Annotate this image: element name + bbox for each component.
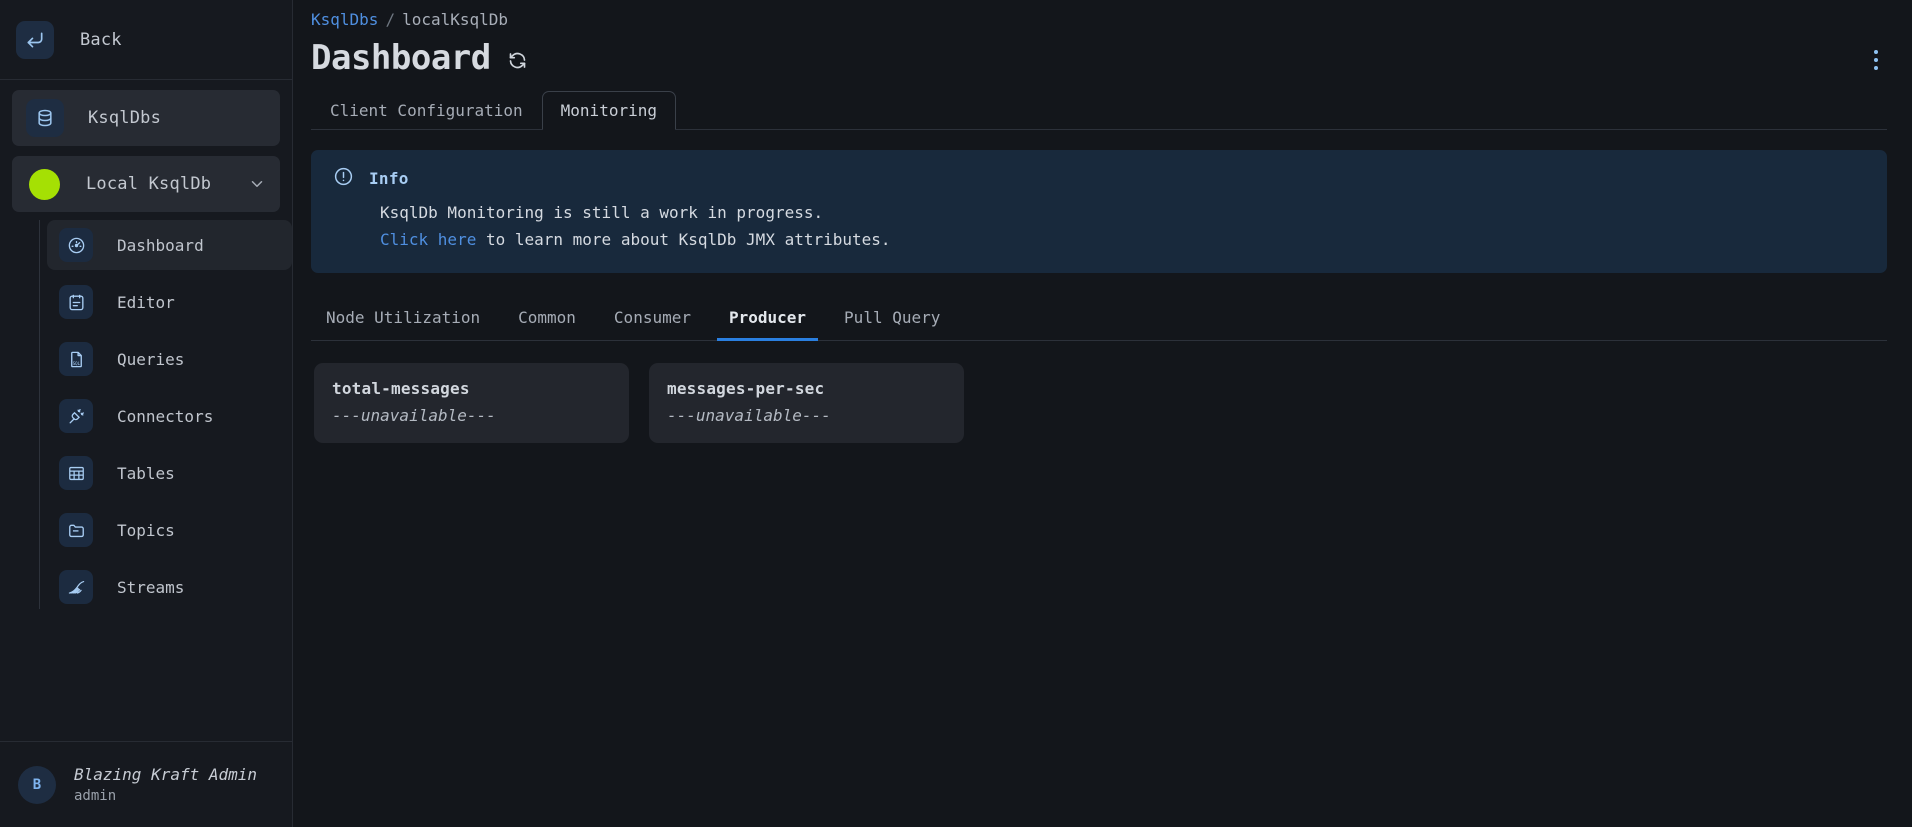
status-dot-icon bbox=[29, 168, 60, 200]
subtab-consumer[interactable]: Consumer bbox=[602, 308, 703, 341]
main-inner: KsqlDbs / localKsqlDb Dashboard Client C… bbox=[293, 0, 1912, 444]
breadcrumb-current: localKsqlDb bbox=[402, 10, 509, 29]
sidebar-item-topics-label: Topics bbox=[117, 520, 175, 540]
tab-monitoring[interactable]: Monitoring bbox=[541, 91, 676, 130]
cluster-label: Local KsqlDb bbox=[86, 174, 212, 194]
sidebar-item-dashboard-label: Dashboard bbox=[117, 235, 204, 255]
stream-icon bbox=[59, 570, 93, 604]
page-title: Dashboard bbox=[311, 38, 491, 78]
kebab-dot bbox=[1874, 66, 1878, 70]
subtab-pull-query[interactable]: Pull Query bbox=[832, 308, 952, 341]
chevron-down-icon[interactable] bbox=[248, 175, 266, 193]
user-profile[interactable]: B Blazing Kraft Admin admin bbox=[0, 741, 292, 827]
info-banner-body: KsqlDb Monitoring is still a work in pro… bbox=[333, 200, 1865, 253]
sidebar: Back KsqlDbs Local KsqlDb Dashboard Edit… bbox=[0, 0, 293, 827]
info-banner-header: Info bbox=[333, 166, 1865, 191]
cluster-selector[interactable]: Local KsqlDb bbox=[12, 156, 280, 212]
metric-card-title: total-messages bbox=[332, 379, 470, 399]
breadcrumb: KsqlDbs / localKsqlDb bbox=[311, 0, 1887, 29]
main-content: KsqlDbs / localKsqlDb Dashboard Client C… bbox=[293, 0, 1912, 827]
info-banner: Info KsqlDb Monitoring is still a work i… bbox=[311, 150, 1887, 274]
user-role: admin bbox=[74, 787, 117, 804]
tab-monitoring-label: Monitoring bbox=[560, 101, 657, 120]
subtab-producer-label: Producer bbox=[728, 308, 807, 328]
avatar: B bbox=[18, 765, 56, 804]
metric-card[interactable]: total-messages ---unavailable--- bbox=[314, 363, 629, 444]
subtab-node-utilization[interactable]: Node Utilization bbox=[314, 308, 492, 341]
sidebar-item-queries[interactable]: SQL Queries bbox=[47, 334, 292, 384]
plug-icon bbox=[59, 399, 93, 433]
info-banner-line2-rest: to learn more about KsqlDb JMX attribute… bbox=[476, 229, 891, 249]
monitoring-subtabs: Node Utilization Common Consumer Produce… bbox=[311, 301, 1887, 342]
subtab-node-utilization-label: Node Utilization bbox=[326, 308, 481, 328]
sidebar-item-streams-label: Streams bbox=[117, 577, 185, 597]
sidebar-item-editor[interactable]: Editor bbox=[47, 277, 292, 327]
user-meta: Blazing Kraft Admin admin bbox=[74, 763, 257, 806]
subtab-producer[interactable]: Producer bbox=[716, 308, 819, 342]
breadcrumb-root[interactable]: KsqlDbs bbox=[311, 10, 378, 29]
sidebar-item-dashboard[interactable]: Dashboard bbox=[47, 220, 292, 270]
sidebar-item-tables[interactable]: Tables bbox=[47, 448, 292, 498]
sql-file-icon: SQL bbox=[59, 342, 93, 376]
subtab-pull-query-label: Pull Query bbox=[844, 308, 941, 328]
kebab-menu-icon[interactable] bbox=[1868, 44, 1884, 76]
sidebar-nav: Dashboard Editor SQL Queries Connectors … bbox=[0, 220, 292, 619]
refresh-icon[interactable] bbox=[507, 50, 528, 71]
subtab-common-label: Common bbox=[518, 308, 576, 328]
user-name: Blazing Kraft Admin bbox=[74, 764, 258, 784]
sidebar-top-section: KsqlDbs bbox=[0, 80, 292, 146]
metric-card-title: messages-per-sec bbox=[667, 379, 825, 399]
tab-client-configuration-label: Client Configuration bbox=[330, 101, 523, 120]
sidebar-item-connectors-label: Connectors bbox=[117, 406, 214, 426]
sidebar-item-ksqldbs[interactable]: KsqlDbs bbox=[12, 90, 280, 146]
subtab-common[interactable]: Common bbox=[506, 308, 588, 341]
kebab-dot bbox=[1874, 58, 1878, 62]
gauge-icon bbox=[59, 228, 93, 262]
app-root: Back KsqlDbs Local KsqlDb Dashboard Edit… bbox=[0, 0, 1912, 827]
back-button[interactable]: Back bbox=[0, 0, 292, 80]
table-icon bbox=[59, 456, 93, 490]
main-tabs: Client Configuration Monitoring bbox=[311, 91, 1887, 130]
title-row: Dashboard bbox=[311, 38, 1887, 78]
enter-arrow-icon bbox=[16, 20, 54, 59]
info-banner-line2: Click here to learn more about KsqlDb JM… bbox=[380, 227, 1865, 254]
sidebar-item-queries-label: Queries bbox=[117, 349, 185, 369]
info-banner-link[interactable]: Click here bbox=[380, 230, 476, 249]
metric-card[interactable]: messages-per-sec ---unavailable--- bbox=[649, 363, 964, 444]
back-label: Back bbox=[80, 29, 122, 50]
metric-card-value: ---unavailable--- bbox=[332, 406, 496, 426]
sidebar-item-ksqldbs-label: KsqlDbs bbox=[88, 108, 162, 128]
exclamation-circle-icon bbox=[333, 166, 354, 191]
sidebar-nav-list: Dashboard Editor SQL Queries Connectors … bbox=[39, 220, 292, 619]
metric-card-value: ---unavailable--- bbox=[667, 406, 831, 426]
sidebar-cluster-section: Local KsqlDb bbox=[0, 146, 292, 212]
info-banner-title: Info bbox=[369, 169, 409, 188]
svg-text:SQL: SQL bbox=[72, 361, 80, 366]
sidebar-item-topics[interactable]: Topics bbox=[47, 505, 292, 555]
subtab-consumer-label: Consumer bbox=[613, 308, 691, 328]
folder-icon bbox=[59, 513, 93, 547]
kebab-dot bbox=[1874, 50, 1878, 54]
sidebar-item-editor-label: Editor bbox=[117, 292, 175, 312]
tab-client-configuration[interactable]: Client Configuration bbox=[311, 91, 542, 129]
breadcrumb-separator: / bbox=[385, 10, 396, 29]
metric-cards: total-messages ---unavailable--- message… bbox=[311, 363, 1887, 444]
sidebar-item-tables-label: Tables bbox=[117, 463, 175, 483]
database-icon bbox=[26, 99, 64, 137]
clipboard-icon bbox=[59, 285, 93, 319]
info-banner-line1: KsqlDb Monitoring is still a work in pro… bbox=[380, 203, 824, 222]
sidebar-item-streams[interactable]: Streams bbox=[47, 562, 292, 612]
sidebar-item-connectors[interactable]: Connectors bbox=[47, 391, 292, 441]
